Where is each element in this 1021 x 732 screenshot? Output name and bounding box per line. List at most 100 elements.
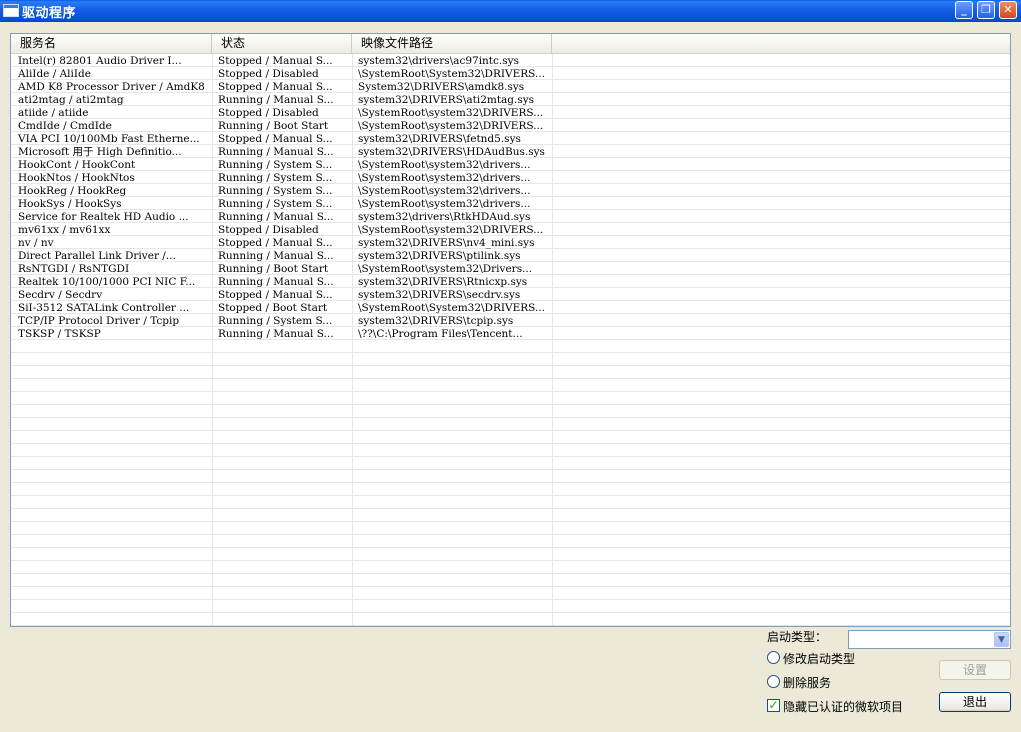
cell-status: Stopped / Manual S... — [218, 55, 333, 67]
cell-service-name: mv61xx / mv61xx — [18, 224, 111, 236]
table-row[interactable]: nv / nv Stopped / Manual S... system32\DRI… — [11, 237, 1010, 250]
cell-image-path: system32\DRIVERS\ptilink.sys — [358, 250, 521, 262]
cell-service-name: Direct Parallel Link Driver /... — [18, 250, 176, 262]
hide-ms-checkbox[interactable]: ✓ — [767, 699, 780, 712]
cell-service-name: SiI-3512 SATALink Controller ... — [18, 302, 190, 314]
cell-service-name: CmdIde / CmdIde — [18, 120, 112, 132]
table-row[interactable]: Intel(r) 82801 Audio Driver I... Stopped … — [11, 55, 1010, 68]
cell-status: Stopped / Manual S... — [218, 237, 333, 249]
cell-status: Running / Boot Start — [218, 263, 329, 275]
cell-service-name: HookNtos / HookNtos — [18, 172, 135, 184]
cell-status: Running / System S... — [218, 159, 333, 171]
driver-list[interactable]: 服务名 状态 映像文件路径 Intel(r) 82801 Audio Drive… — [10, 33, 1011, 627]
set-button[interactable]: 设置 — [939, 660, 1011, 680]
cell-service-name: RsNTGDI / RsNTGDI — [18, 263, 130, 275]
close-button[interactable]: ✕ — [999, 1, 1017, 19]
modify-startup-label[interactable]: 修改启动类型 — [783, 650, 855, 667]
cell-image-path: system32\drivers\ac97intc.sys — [358, 55, 519, 67]
cell-service-name: Intel(r) 82801 Audio Driver I... — [18, 55, 182, 67]
cell-image-path: system32\drivers\RtkHDAud.sys — [358, 211, 531, 223]
exit-button[interactable]: 退出 — [939, 692, 1011, 712]
cell-image-path: \SystemRoot\system32\drivers... — [358, 172, 531, 184]
table-row[interactable]: HookReg / HookReg Running / System S... \S… — [11, 185, 1010, 198]
cell-image-path: \SystemRoot\system32\drivers... — [358, 159, 531, 171]
cell-status: Running / Manual S... — [218, 94, 334, 106]
cell-image-path: \SystemRoot\system32\drivers... — [358, 198, 531, 210]
cell-service-name: VIA PCI 10/100Mb Fast Etherne... — [18, 133, 200, 145]
cell-status: Running / Manual S... — [218, 146, 334, 158]
table-row[interactable]: Direct Parallel Link Driver /... Running … — [11, 250, 1010, 263]
table-row[interactable]: TCP/IP Protocol Driver / Tcpip Running / … — [11, 315, 1010, 328]
cell-image-path: \SystemRoot\system32\DRIVERS... — [358, 224, 544, 236]
cell-image-path: \??\C:\Program Files\Tencent... — [358, 328, 523, 340]
cell-service-name: atiide / atiide — [18, 107, 89, 119]
checkmark-icon: ✓ — [768, 698, 779, 712]
window-title: 驱动程序 — [22, 6, 77, 21]
cell-status: Stopped / Disabled — [218, 224, 319, 236]
cell-service-name: TCP/IP Protocol Driver / Tcpip — [18, 315, 180, 327]
table-row[interactable]: SiI-3512 SATALink Controller ... Stopped … — [11, 302, 1010, 315]
table-row[interactable]: HookNtos / HookNtos Running / System S...… — [11, 172, 1010, 185]
column-header-image-path[interactable]: 映像文件路径 — [352, 34, 552, 53]
table-row[interactable]: Realtek 10/100/1000 PCI NIC F... Running … — [11, 276, 1010, 289]
cell-service-name: TSKSP / TSKSP — [18, 328, 101, 340]
cell-status: Running / Manual S... — [218, 328, 334, 340]
cell-status: Stopped / Disabled — [218, 68, 319, 80]
cell-status: Running / Boot Start — [218, 120, 329, 132]
hide-ms-label[interactable]: 隐藏已认证的微软项目 — [783, 698, 903, 715]
minimize-button[interactable]: _ — [955, 1, 973, 19]
cell-service-name: Microsoft 用于 High Definitio... — [18, 146, 182, 158]
table-row[interactable]: atiide / atiide Stopped / Disabled \System… — [11, 107, 1010, 120]
startup-type-select[interactable]: ▼ — [848, 630, 1011, 649]
cell-status: Stopped / Manual S... — [218, 133, 333, 145]
column-header-service-name[interactable]: 服务名 — [11, 34, 212, 53]
cell-image-path: system32\DRIVERS\Rtnicxp.sys — [358, 276, 528, 288]
cell-status: Running / System S... — [218, 198, 333, 210]
cell-service-name: ati2mtag / ati2mtag — [18, 94, 124, 106]
cell-service-name: Service for Realtek HD Audio ... — [18, 211, 189, 223]
startup-type-label: 启动类型： — [767, 630, 828, 644]
maximize-button[interactable]: ❐ — [977, 1, 995, 19]
cell-status: Running / Manual S... — [218, 276, 334, 288]
cell-status: Running / Manual S... — [218, 211, 334, 223]
table-row[interactable]: Secdrv / Secdrv Stopped / Manual S... syst… — [11, 289, 1010, 302]
cell-service-name: HookCont / HookCont — [18, 159, 136, 171]
cell-service-name: nv / nv — [18, 237, 54, 249]
table-row[interactable]: VIA PCI 10/100Mb Fast Etherne... Stopped … — [11, 133, 1010, 146]
table-row[interactable]: AliIde / AliIde Stopped / Disabled \System… — [11, 68, 1010, 81]
chevron-down-icon[interactable]: ▼ — [994, 632, 1009, 647]
table-row[interactable]: mv61xx / mv61xx Stopped / Disabled \System… — [11, 224, 1010, 237]
table-row[interactable]: RsNTGDI / RsNTGDI Running / Boot Start \Sy… — [11, 263, 1010, 276]
window-icon — [3, 4, 19, 17]
delete-service-label[interactable]: 删除服务 — [783, 674, 831, 691]
cell-status: Stopped / Boot Start — [218, 302, 328, 314]
delete-service-radio[interactable] — [767, 675, 780, 688]
cell-service-name: AMD K8 Processor Driver / AmdK8 — [18, 81, 205, 93]
cell-service-name: Realtek 10/100/1000 PCI NIC F... — [18, 276, 196, 288]
cell-status: Stopped / Disabled — [218, 107, 319, 119]
table-row[interactable]: AMD K8 Processor Driver / AmdK8 Stopped /… — [11, 81, 1010, 94]
cell-status: Running / Manual S... — [218, 250, 334, 262]
cell-status: Stopped / Manual S... — [218, 289, 333, 301]
cell-image-path: System32\DRIVERS\amdk8.sys — [358, 81, 525, 93]
cell-image-path: system32\DRIVERS\nv4_mini.sys — [358, 237, 535, 249]
table-row[interactable]: Microsoft 用于 High Definitio... Running / … — [11, 146, 1010, 159]
cell-image-path: system32\DRIVERS\fetnd5.sys — [358, 133, 521, 145]
cell-image-path: \SystemRoot\system32\Drivers... — [358, 263, 533, 275]
cell-image-path: system32\DRIVERS\secdrv.sys — [358, 289, 521, 301]
table-row[interactable]: TSKSP / TSKSP Running / Manual S... \??\C:… — [11, 328, 1010, 341]
cell-service-name: Secdrv / Secdrv — [18, 289, 103, 301]
table-row[interactable]: Service for Realtek HD Audio ... Running … — [11, 211, 1010, 224]
modify-startup-radio[interactable] — [767, 651, 780, 664]
table-row[interactable]: HookSys / HookSys Running / System S... \S… — [11, 198, 1010, 211]
title-bar[interactable]: 驱动程序 _ ❐ ✕ — [0, 0, 1021, 22]
table-row[interactable]: ati2mtag / ati2mtag Running / Manual S...… — [11, 94, 1010, 107]
column-header-status[interactable]: 状态 — [212, 34, 352, 53]
table-row[interactable]: HookCont / HookCont Running / System S...… — [11, 159, 1010, 172]
table-row[interactable]: CmdIde / CmdIde Running / Boot Start \Syst… — [11, 120, 1010, 133]
cell-service-name: AliIde / AliIde — [18, 68, 91, 80]
cell-status: Stopped / Manual S... — [218, 81, 333, 93]
cell-status: Running / System S... — [218, 172, 333, 184]
list-header: 服务名 状态 映像文件路径 — [11, 34, 1010, 54]
cell-image-path: \SystemRoot\system32\DRIVERS... — [358, 120, 544, 132]
